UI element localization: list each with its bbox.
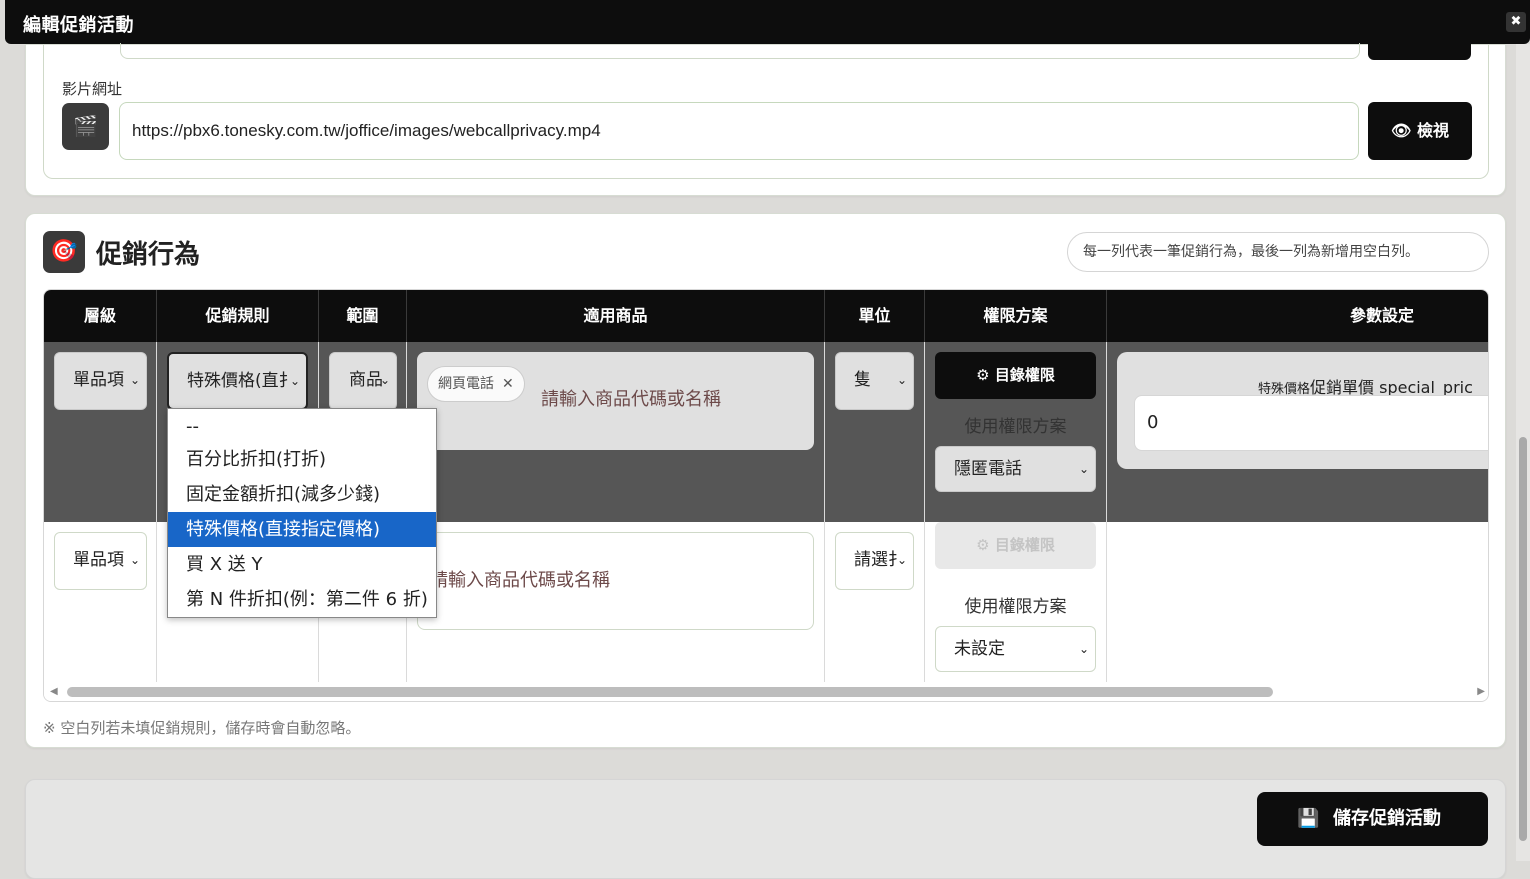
level-select-value: 單品項 (73, 550, 124, 570)
scroll-right-icon[interactable]: ▶ (1477, 686, 1485, 697)
rule-option[interactable]: 第 N 件折扣(例：第二件 6 折) (168, 582, 436, 617)
level-select-value: 單品項 (73, 370, 124, 390)
chevron-down-icon: ⌄ (289, 374, 300, 388)
special-price-input[interactable]: 0 (1134, 395, 1488, 451)
catalog-permission-button[interactable]: ⚙ 目錄權限 (935, 352, 1096, 399)
view-button-label: 檢視 (1416, 121, 1449, 140)
gear-icon: ⚙ (976, 366, 990, 384)
permission-plan-select[interactable]: 隱匿電話 ⌄ (935, 446, 1096, 492)
chevron-down-icon: ⌄ (379, 373, 390, 387)
level-select[interactable]: 單品項 ⌄ (54, 352, 147, 410)
chevron-down-icon: ⌄ (1078, 462, 1089, 476)
chevron-down-icon: ⌄ (896, 373, 907, 387)
rule-option[interactable]: -- (168, 409, 436, 444)
dialog-titlebar: 編輯促銷活動 ✖ (5, 0, 1530, 44)
col-products: 適用商品 (407, 290, 825, 342)
chevron-down-icon: ⌄ (129, 373, 140, 387)
gear-icon: ⚙ (976, 536, 990, 554)
rule-dropdown-menu: -- 百分比折扣(打折) 固定金額折扣(減多少錢) 特殊價格(直接指定價格) 買… (167, 408, 437, 618)
eye-icon: 👁 (1391, 121, 1412, 140)
chevron-down-icon: ⌄ (896, 553, 907, 567)
rule-select-value: 特殊價格(直扌 (187, 371, 296, 391)
close-icon[interactable]: ✖ (1506, 12, 1526, 32)
param-panel: 特殊價格促銷單價 special_pric 0 (1117, 352, 1488, 469)
product-search-input[interactable]: 請輸入商品代碼或名稱 (430, 566, 610, 592)
section-title: 促銷行為 (96, 240, 201, 270)
video-url-label: 影片網址 (62, 80, 123, 98)
horizontal-scrollbar[interactable]: ◀ ▶ (44, 682, 1488, 701)
level-select[interactable]: 單品項 ⌄ (54, 532, 147, 590)
col-rule: 促銷規則 (157, 290, 319, 342)
catalog-permission-button: ⚙ 目錄權限 (935, 522, 1096, 569)
product-picker[interactable]: 請輸入商品代碼或名稱 (417, 532, 814, 630)
permission-plan-label: 使用權限方案 (964, 597, 1067, 617)
clapperboard-icon: 🎬 (62, 103, 109, 150)
permission-plan-label: 使用權限方案 (964, 417, 1067, 437)
permission-plan-value: 未設定 (954, 639, 1005, 659)
permission-plan-select[interactable]: 未設定 ⌄ (935, 626, 1096, 672)
col-permission: 權限方案 (925, 290, 1107, 342)
rule-option[interactable]: 固定金額折扣(減多少錢) (168, 477, 436, 512)
divider (924, 342, 925, 682)
page-scrollbar-thumb[interactable] (1519, 437, 1527, 841)
col-scope: 範圍 (319, 290, 407, 342)
scope-select[interactable]: 商品 ⌄ (329, 352, 397, 410)
save-button-label: 儲存促銷活動 (1333, 808, 1441, 829)
col-level: 層級 (44, 290, 157, 342)
section-hint: 每一列代表一筆促銷行為，最後一列為新增用空白列。 (1067, 232, 1489, 272)
chevron-down-icon: ⌄ (1078, 642, 1089, 656)
video-url-input[interactable]: https://pbx6.tonesky.com.tw/joffice/imag… (119, 102, 1359, 160)
divider (824, 342, 825, 682)
chevron-down-icon: ⌄ (129, 553, 140, 567)
product-search-input[interactable]: 請輸入商品代碼或名稱 (541, 385, 721, 411)
target-icon: 🎯 (43, 231, 85, 273)
catalog-permission-label: 目錄權限 (994, 536, 1055, 554)
unit-select[interactable]: 隻 ⌄ (835, 352, 914, 410)
catalog-permission-label: 目錄權限 (994, 366, 1055, 384)
divider (156, 342, 157, 682)
divider (1106, 342, 1107, 682)
table-header: 層級 促銷規則 範圍 適用商品 單位 權限方案 參數設定 (44, 290, 1488, 342)
scroll-left-icon[interactable]: ◀ (50, 686, 58, 697)
floppy-disk-icon: 💾 (1297, 808, 1320, 829)
rule-select[interactable]: 特殊價格(直扌 ⌄ (167, 352, 308, 410)
product-picker[interactable]: 網頁電話 ✕ 請輸入商品代碼或名稱 (417, 352, 814, 450)
remove-chip-icon[interactable]: ✕ (502, 376, 514, 392)
view-button[interactable]: 👁 檢視 (1368, 102, 1472, 160)
media-card: 影片網址 🎬 https://pbx6.tonesky.com.tw/joffi… (25, 43, 1506, 196)
image-url-field[interactable] (120, 43, 1360, 59)
media-panel: 影片網址 🎬 https://pbx6.tonesky.com.tw/joffi… (43, 43, 1489, 179)
rule-option[interactable]: 買 X 送 Y (168, 547, 436, 582)
dialog-title: 編輯促銷活動 (23, 15, 134, 36)
image-view-button[interactable] (1368, 43, 1471, 60)
product-chip: 網頁電話 ✕ (427, 366, 525, 402)
save-promotion-button[interactable]: 💾 儲存促銷活動 (1257, 792, 1488, 846)
unit-select[interactable]: 請選扌 ⌄ (835, 532, 914, 590)
col-params: 參數設定 (1349, 306, 1414, 325)
rule-option[interactable]: 特殊價格(直接指定價格) (168, 512, 436, 547)
col-unit: 單位 (825, 290, 925, 342)
scope-select-value: 商品 (349, 370, 383, 390)
product-chip-label: 網頁電話 (438, 376, 494, 392)
ignore-blank-row-note: ※ 空白列若未填促銷規則，儲存時會自動忽略。 (43, 719, 361, 737)
permission-plan-value: 隱匿電話 (954, 459, 1022, 479)
rule-option[interactable]: 百分比折扣(打折) (168, 442, 436, 477)
unit-select-value: 隻 (854, 370, 871, 390)
scrollbar-thumb[interactable] (67, 687, 1273, 697)
